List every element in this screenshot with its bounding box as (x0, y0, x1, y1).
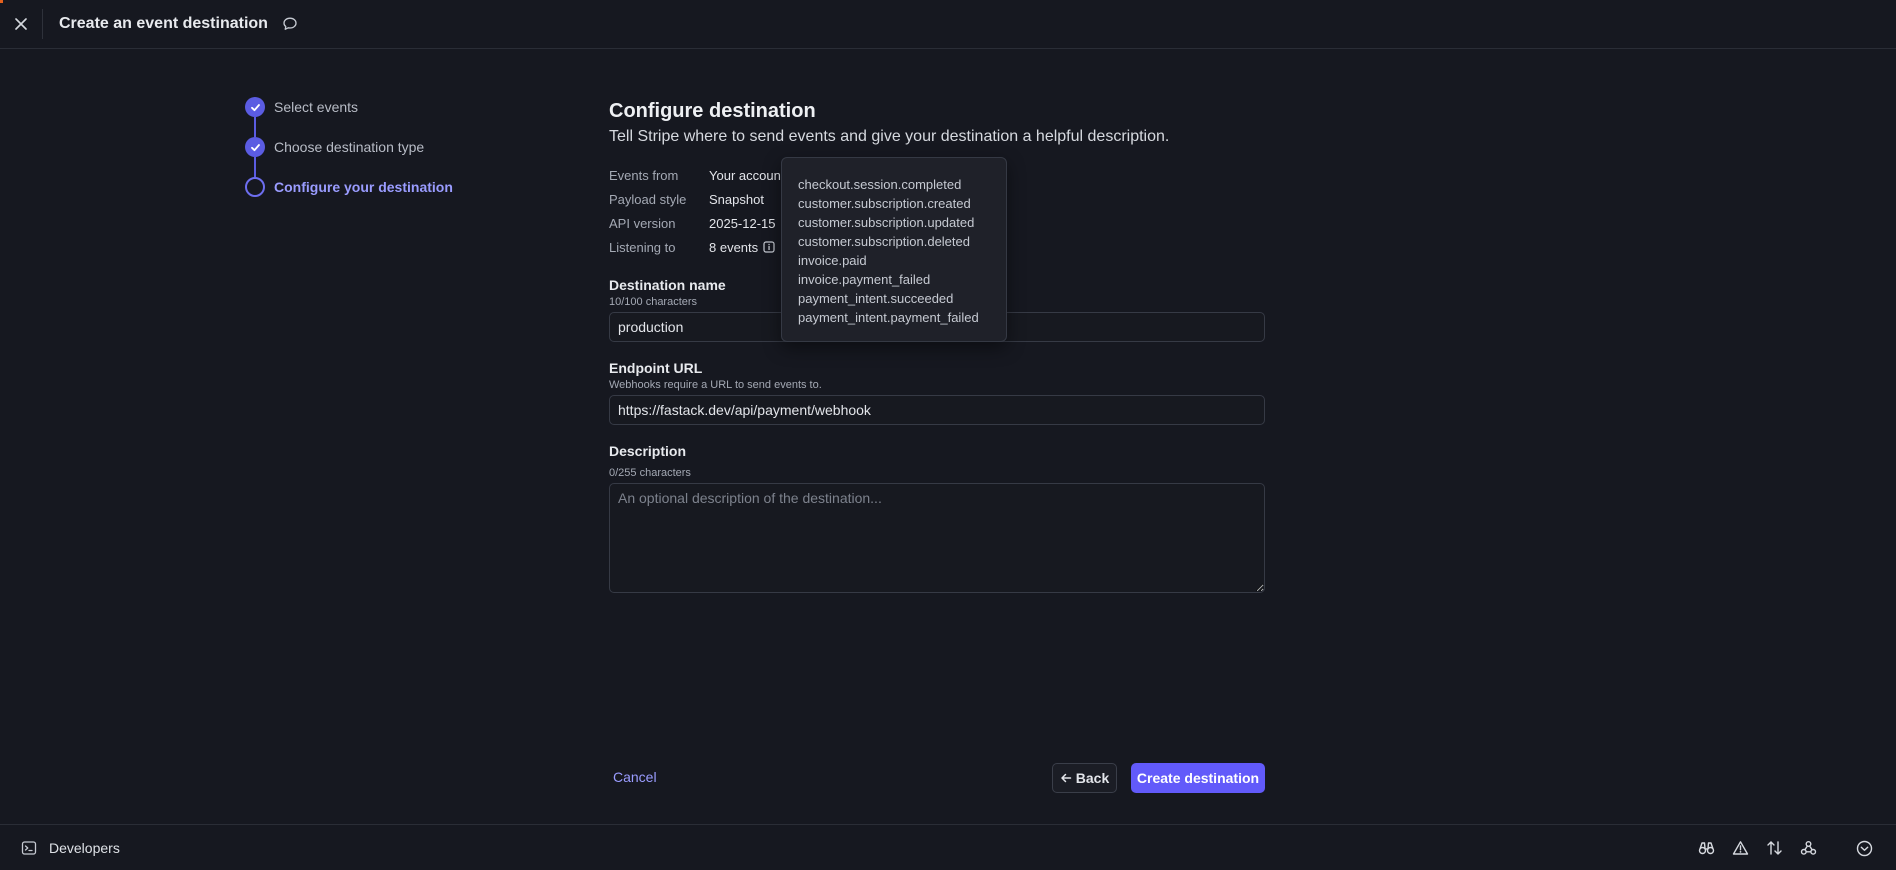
tooltip-event-item: customer.subscription.created (798, 196, 971, 211)
step-label: Configure your destination (274, 179, 453, 195)
step-current-indicator (245, 177, 265, 197)
event-count: 8 events (709, 239, 759, 255)
summary-value: Your accoun (709, 167, 781, 183)
summary-value: 2025-12-15 (709, 215, 776, 231)
description-label: Description (609, 443, 687, 459)
back-button-label: Back (1075, 770, 1110, 786)
tooltip-event-item: customer.subscription.updated (798, 215, 975, 230)
events-tooltip: checkout.session.completed customer.subs… (781, 157, 1007, 342)
step-connector (254, 117, 256, 137)
page-title: Create an event destination (59, 15, 268, 32)
webhook-icon[interactable] (1791, 840, 1825, 856)
tooltip-event-item: payment_intent.payment_failed (798, 310, 979, 325)
sort-arrows-icon[interactable] (1757, 840, 1791, 856)
step-choose-destination-type[interactable]: Choose destination type (245, 137, 453, 177)
step-complete-indicator (245, 137, 265, 157)
checkmark-icon (250, 103, 260, 111)
terminal-icon (21, 840, 37, 856)
tooltip-event-item: payment_intent.succeeded (798, 291, 954, 306)
feedback-button[interactable] (282, 16, 298, 32)
step-label: Select events (274, 99, 359, 115)
binoculars-icon[interactable] (1689, 840, 1723, 856)
step-complete-indicator (245, 97, 265, 117)
summary-value: Snapshot (709, 191, 764, 207)
app-window: Create an event destination Select event… (0, 0, 1896, 870)
cancel-button[interactable]: Cancel (613, 769, 657, 785)
summary-label: Payload style (609, 191, 687, 207)
summary-label: Listening to (609, 239, 676, 255)
description-field: Description 0/255 characters (609, 443, 1265, 593)
tooltip-event-item: customer.subscription.deleted (798, 234, 970, 249)
close-icon (15, 18, 27, 30)
close-button[interactable] (0, 0, 42, 49)
step-configure-destination: Configure your destination (245, 177, 453, 197)
form-actions: Cancel Back Create destination (609, 763, 1265, 793)
developers-label[interactable]: Developers (49, 840, 120, 856)
chevron-down-circle-icon[interactable] (1847, 840, 1881, 857)
speech-bubble-icon (283, 17, 297, 30)
endpoint-url-label: Endpoint URL (609, 360, 703, 376)
tooltip-event-item: invoice.paid (798, 253, 867, 268)
developers-bar: Developers (0, 824, 1896, 870)
warning-icon[interactable] (1723, 840, 1757, 856)
step-label: Choose destination type (274, 139, 425, 155)
description-hint: 0/255 characters (609, 467, 691, 479)
listening-to-value: 8 events (709, 240, 775, 255)
tooltip-event-item: checkout.session.completed (798, 177, 962, 192)
form-subheading: Tell Stripe where to send events and giv… (609, 128, 1170, 145)
endpoint-url-field: Endpoint URL Webhooks require a URL to s… (609, 360, 1265, 425)
summary-label: API version (609, 215, 676, 231)
create-destination-button[interactable]: Create destination (1131, 763, 1265, 793)
description-textarea[interactable] (609, 483, 1265, 593)
developer-tools (1689, 825, 1896, 870)
arrow-left-icon (1060, 772, 1072, 784)
info-icon[interactable] (763, 241, 775, 253)
checkmark-icon (250, 143, 260, 151)
tooltip-event-item: invoice.payment_failed (798, 272, 931, 287)
form-heading: Configure destination (609, 100, 816, 122)
endpoint-url-input[interactable]: https://fastack.dev/api/payment/webhook (609, 395, 1265, 425)
progress-stepper: Select events Choose destination type Co… (245, 97, 453, 197)
step-select-events[interactable]: Select events (245, 97, 453, 137)
step-connector (254, 157, 256, 177)
back-button[interactable]: Back (1052, 763, 1117, 793)
top-bar: Create an event destination (0, 0, 1896, 49)
endpoint-url-hint: Webhooks require a URL to send events to… (609, 379, 822, 391)
summary-label: Events from (609, 167, 679, 183)
top-bar-divider (42, 9, 43, 39)
